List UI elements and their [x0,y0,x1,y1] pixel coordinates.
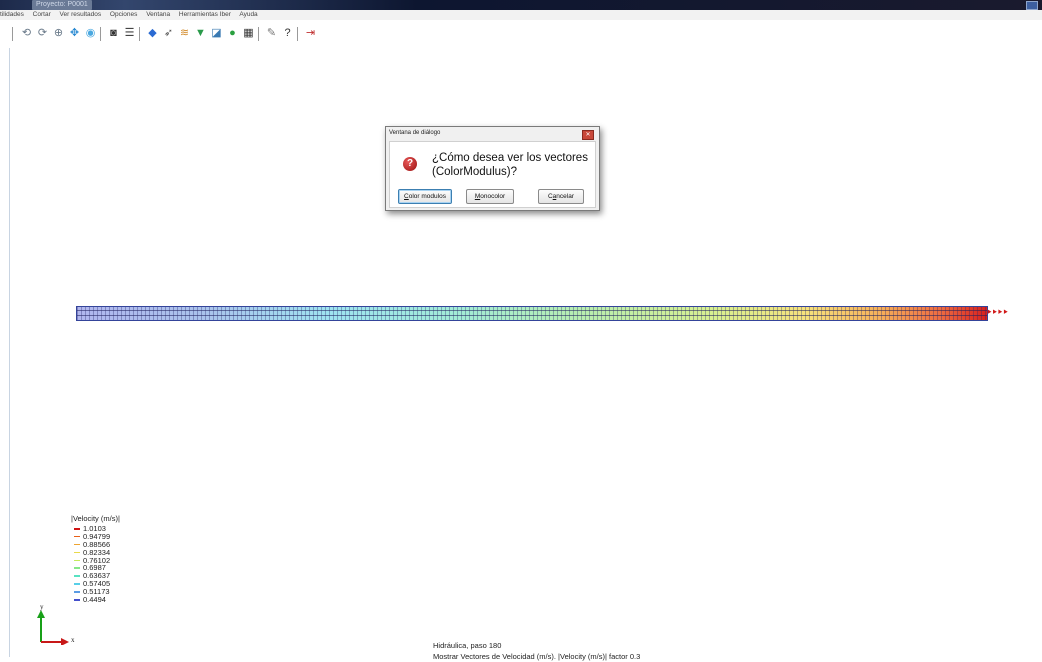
legend-color-swatch [74,583,80,585]
axis-x-label: x [71,636,75,644]
flow-icon[interactable]: ▼ [193,26,208,41]
pan-icon[interactable]: ✥ [67,26,82,41]
menu-utilidades[interactable]: tilidades [0,11,24,18]
animate-icon[interactable]: ▦ [241,26,256,41]
color-modulos-label: olor modulos [408,193,446,200]
toolbar: ⟲ ⟳ ⊕ ✥ ◉ ◙ ☰ ◆ ➶ ≋ ▼ ◪ ● ▦ ✎ ? ⇥ [0,20,1042,48]
cancel-button[interactable]: Cancelar [538,189,584,204]
axis-y-label: y [40,603,44,611]
question-icon: ? [403,157,417,171]
axes-indicator: y x [33,600,83,646]
menu-ayuda[interactable]: Ayuda [239,11,257,18]
zoom-icon[interactable]: ⊕ [51,26,66,41]
monocolor-button[interactable]: Monocolor [466,189,514,204]
toolbar-separator [139,27,140,41]
window-title: Proyecto: P0001 [32,0,92,10]
render-icon[interactable]: ◙ [106,26,121,41]
result-icon[interactable]: ● [225,26,240,41]
viewport-left-border [9,48,10,657]
monocolor-label: onocolor [480,193,506,200]
dialog-title: Ventana de diálogo [389,130,441,136]
menu-ventana[interactable]: Ventana [146,11,170,18]
print-icon[interactable]: ☰ [122,26,137,41]
legend-color-swatch [74,591,80,593]
graph-icon[interactable]: ◪ [209,26,224,41]
toolbar-separator [258,27,259,41]
help-icon[interactable]: ? [280,26,295,41]
vectors-icon[interactable]: ➶ [161,26,176,41]
minimize-button[interactable] [1026,1,1038,10]
dialog-body: ? ¿Cómo desea ver los vectores (ColorMod… [389,141,596,208]
axes-icon: y x [37,603,75,646]
legend-color-swatch [74,559,80,562]
menu-bar: tilidades Cortar Ver resultados Opciones… [0,10,1042,20]
velocity-legend: |Velocity (m/s)| 1.0103 0.94799 0.88566 0.8… [71,514,120,604]
velocity-mesh [76,306,988,321]
toolbar-separator [100,27,101,41]
outlet-arrows-icon: ⯈⯈⯈⯈ [986,308,1009,317]
legend-color-swatch [74,535,80,538]
contour-fill-icon[interactable]: ◆ [145,26,160,41]
legend-color-swatch [74,543,80,546]
exit-icon[interactable]: ⇥ [303,26,318,41]
legend-entries: 1.0103 0.94799 0.88566 0.82334 0.76102 0.6987… [72,525,120,604]
legend-color-swatch [74,528,80,530]
menu-opciones[interactable]: Opciones [110,11,137,18]
layers-icon[interactable]: ≋ [177,26,192,41]
menu-cortar[interactable]: Cortar [33,11,51,18]
legend-color-swatch [74,567,80,569]
close-icon[interactable]: ✕ [582,130,594,140]
status-footer: Hidráulica, paso 180 Mostrar Vectores de… [433,640,640,662]
color-modulos-button[interactable]: Color modulos [398,189,452,204]
dialog-message: ¿Cómo desea ver los vectores (ColorModul… [432,152,588,178]
legend-color-swatch [74,551,80,554]
menu-herramientas-iber[interactable]: Herramientas Iber [179,11,231,18]
legend-title: |Velocity (m/s)| [71,514,120,523]
footer-step: Hidráulica, paso 180 [433,641,502,650]
settings-icon[interactable]: ✎ [264,26,279,41]
dialog-window: Ventana de diálogo ✕ ? ¿Cómo desea ver l… [385,126,600,211]
mesh-grid [77,307,987,320]
sphere-icon[interactable]: ◉ [83,26,98,41]
legend-value: 0.4494 [83,595,106,605]
cancel-label: ncelar [556,193,575,200]
title-bar: Proyecto: P0001 [0,0,1042,10]
menu-ver-resultados[interactable]: Ver resultados [60,11,102,18]
legend-color-swatch [74,575,80,577]
toolbar-separator [297,27,298,41]
rotate-icon[interactable]: ⟲ [19,26,34,41]
rotate-screen-icon[interactable]: ⟳ [35,26,50,41]
toolbar-separator [12,27,13,41]
